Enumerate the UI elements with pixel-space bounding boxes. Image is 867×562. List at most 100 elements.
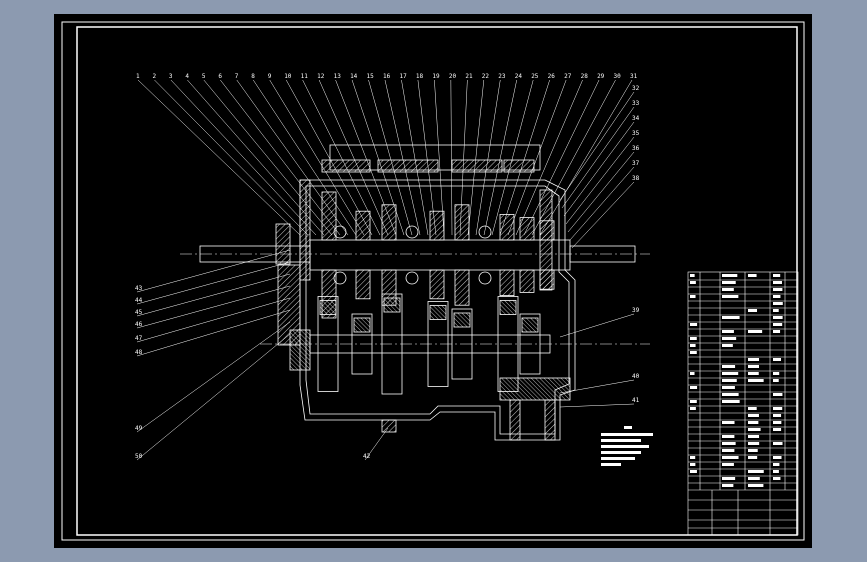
parts-list-text: [773, 323, 782, 326]
leader-line: [137, 250, 290, 292]
parts-list-text: [748, 379, 764, 382]
leader-line: [566, 137, 634, 224]
parts-list-text: [722, 330, 734, 333]
note-line: [601, 463, 621, 466]
balloon-number: 33: [632, 100, 640, 107]
balloon-number: 11: [301, 73, 309, 80]
parts-list-text: [722, 274, 737, 277]
balloon-number: 34: [632, 115, 640, 122]
leader-line: [137, 262, 290, 304]
main-shaft: [310, 240, 570, 270]
balloon-number: 27: [564, 73, 572, 80]
leader-line: [532, 80, 616, 235]
balloon-number: 31: [630, 73, 638, 80]
parts-list-text: [722, 421, 735, 424]
leader-line: [204, 80, 332, 235]
balloon-number: 44: [135, 297, 143, 304]
parts-list-text: [722, 386, 735, 389]
balloon-number: 21: [465, 73, 473, 80]
gear-hatch: [320, 301, 336, 315]
parts-list-text: [773, 442, 783, 445]
balloon-number: 49: [135, 425, 143, 432]
balloon-number: 14: [350, 73, 358, 80]
balloon-number: 29: [597, 73, 605, 80]
parts-list-text: [722, 456, 739, 459]
parts-list-text: [748, 435, 759, 438]
parts-list-text: [748, 365, 759, 368]
technical-notes: [601, 426, 653, 466]
parts-list-text: [690, 323, 697, 326]
balloon-number: 46: [135, 321, 143, 328]
parts-list-text: [773, 407, 782, 410]
parts-list-text: [722, 484, 733, 487]
leader-line: [564, 122, 634, 216]
balloon-number: 35: [632, 130, 640, 137]
parts-list-text: [690, 407, 696, 410]
note-line: [601, 457, 635, 460]
parts-list-text: [748, 274, 757, 277]
parts-list-text: [722, 393, 739, 396]
leader-line: [137, 334, 290, 460]
bearing-ball: [479, 272, 491, 284]
balloon-number: 41: [632, 397, 640, 404]
balloon-number: 30: [614, 73, 622, 80]
balloon-number: 42: [363, 453, 371, 460]
leader-line: [560, 314, 634, 337]
parts-list-text: [773, 316, 783, 319]
balloon-number: 39: [632, 307, 640, 314]
leader-line: [137, 274, 290, 316]
gear-hatch: [430, 306, 446, 320]
leader-line: [137, 298, 290, 342]
balloon-number: 19: [432, 73, 440, 80]
parts-list-text: [773, 309, 779, 312]
parts-list-text: [748, 442, 759, 445]
leader-line: [270, 80, 364, 235]
leader-line: [560, 92, 634, 200]
parts-list-text: [748, 407, 757, 410]
gear-hatch: [522, 318, 538, 332]
bearing-ball: [406, 226, 418, 238]
parts-list-text: [748, 456, 757, 459]
main-gear: [455, 205, 469, 240]
parts-list-text: [773, 414, 781, 417]
parts-list-text: [773, 463, 779, 466]
main-gear: [382, 205, 396, 240]
parts-list-text: [748, 484, 763, 487]
parts-list-text: [690, 295, 696, 298]
parts-list-text: [722, 449, 734, 452]
parts-list-text: [690, 351, 697, 354]
parts-list-text: [722, 288, 734, 291]
parts-list-text: [773, 295, 780, 298]
main-gear: [455, 270, 469, 305]
parts-list-text: [722, 379, 737, 382]
balloon-number: 17: [399, 73, 407, 80]
leader-line: [508, 80, 566, 235]
balloon-number: 23: [498, 73, 506, 80]
parts-list-text: [722, 316, 740, 319]
parts-list-text: [773, 456, 782, 459]
gearbox-assembly-drawing: 1 2 3 4 5 6 7 8 9 10 11 12 13 14 15 16 17 18 19 20 21 22 23 24 2…: [0, 0, 867, 562]
balloon-number: 38: [632, 175, 640, 182]
parts-list-text: [773, 372, 779, 375]
parts-list-text: [722, 295, 738, 298]
parts-list-text: [690, 372, 695, 375]
notes-heading: [624, 426, 632, 429]
leader-line: [568, 152, 634, 232]
leader-line: [572, 182, 634, 248]
parts-list-text: [690, 274, 695, 277]
parts-list-text: [722, 365, 735, 368]
leader-line: [137, 322, 290, 432]
leader-line: [237, 80, 348, 235]
note-line: [601, 433, 653, 436]
leader-line: [187, 80, 324, 235]
balloon-number: 13: [334, 73, 342, 80]
leader-line: [468, 80, 484, 235]
title-block: [688, 272, 798, 535]
balloon-number: 40: [632, 373, 640, 380]
leader-line: [154, 80, 308, 235]
balloon-number: 50: [135, 453, 143, 460]
main-gear: [356, 270, 370, 299]
parts-list-text: [748, 372, 759, 375]
balloon-number: 2: [152, 73, 156, 80]
parts-list-text: [773, 330, 780, 333]
